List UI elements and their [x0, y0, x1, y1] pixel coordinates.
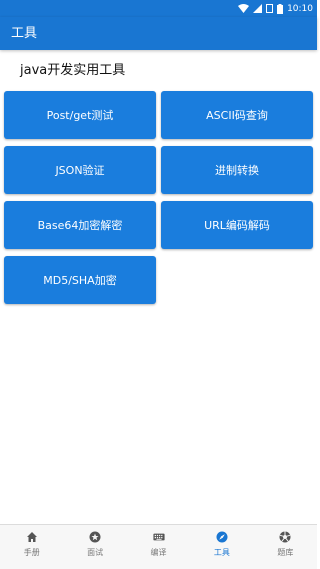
app-bar: 工具 — [0, 17, 317, 50]
md5-sha-button[interactable]: MD5/SHA加密 — [4, 256, 156, 304]
page-title: 工具 — [11, 26, 38, 41]
bottom-nav: 手册 面试 编译 工具 题库 — [0, 524, 317, 569]
aperture-icon — [279, 531, 291, 543]
signal-icon — [253, 4, 263, 13]
base-convert-button[interactable]: 进制转换 — [161, 146, 313, 194]
section-title: java开发实用工具 — [20, 63, 126, 78]
keyboard-icon — [152, 533, 165, 541]
json-validate-button[interactable]: JSON验证 — [4, 146, 156, 194]
nav-label-question-bank: 题库 — [277, 548, 294, 557]
nav-label-tools: 工具 — [213, 548, 230, 557]
status-time: 10:10 — [287, 3, 313, 14]
star-icon — [89, 531, 101, 543]
nav-label-manual: 手册 — [23, 548, 40, 557]
nav-item-compile[interactable]: 编译 — [127, 525, 190, 569]
wifi-icon — [238, 4, 250, 13]
post-get-test-button[interactable]: Post/get测试 — [4, 91, 156, 139]
home-icon — [26, 532, 37, 542]
battery-icon — [277, 3, 284, 14]
status-icons: 10:10 — [238, 2, 313, 15]
url-encode-button[interactable]: URL编码解码 — [161, 201, 313, 249]
nav-item-manual[interactable]: 手册 — [0, 525, 63, 569]
nav-item-tools[interactable]: 工具 — [190, 525, 253, 569]
compass-icon — [216, 531, 228, 543]
ascii-lookup-button[interactable]: ASCII码查询 — [161, 91, 313, 139]
base64-button[interactable]: Base64加密解密 — [4, 201, 156, 249]
nav-label-compile: 编译 — [150, 548, 167, 557]
nav-item-question-bank[interactable]: 题库 — [254, 525, 317, 569]
nav-item-interview[interactable]: 面试 — [63, 525, 126, 569]
nav-label-interview: 面试 — [87, 548, 104, 557]
status-bar: 10:10 — [0, 0, 317, 17]
sim-icon — [266, 4, 274, 13]
